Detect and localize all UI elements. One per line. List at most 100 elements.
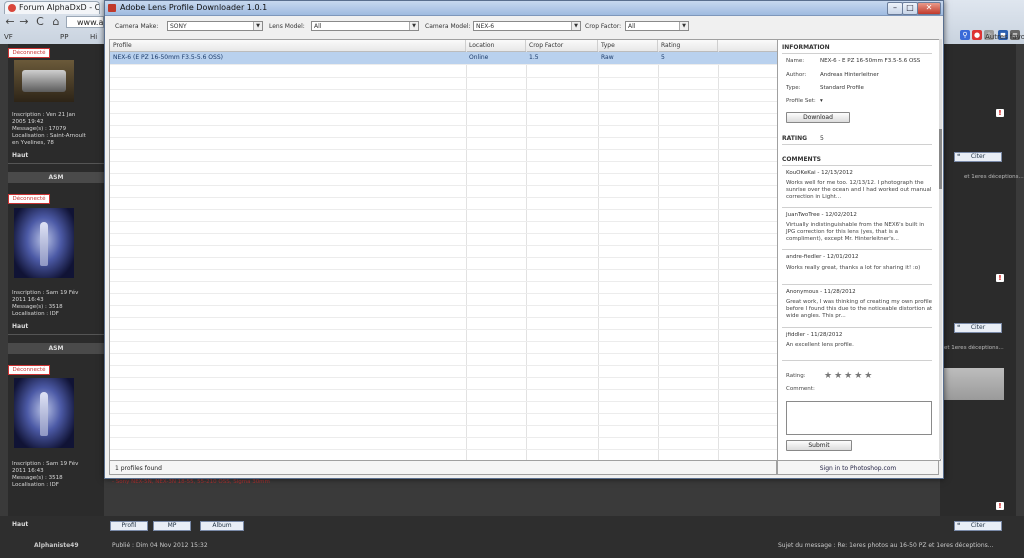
comment-text: Virtually indistinguishable from the NEX…: [786, 222, 925, 242]
post-subject: et 1eres déceptions...: [944, 345, 1004, 351]
haut-link[interactable]: Haut: [12, 323, 28, 330]
profile-button[interactable]: Profil: [110, 521, 148, 531]
dialog-title: Adobe Lens Profile Downloader 1.0.1: [120, 3, 268, 12]
status-badge: Déconnecté: [8, 365, 50, 375]
details-panel: INFORMATION Name: NEX-6 - E PZ 16-50mm F…: [777, 39, 941, 461]
report-icon[interactable]: !: [996, 502, 1004, 510]
haut-link[interactable]: Haut: [12, 152, 28, 159]
camera-make-label: Camera Make:: [115, 23, 159, 30]
rate-label: Rating:: [786, 373, 806, 379]
author-label: Author:: [786, 72, 807, 78]
bookmark-item[interactable]: PP: [60, 31, 68, 44]
divider: [782, 327, 932, 328]
comment-text: Great work, I was thinking of creating m…: [786, 299, 933, 319]
rating-value: 5: [820, 135, 824, 142]
post-header: ASM: [8, 172, 104, 183]
user-info: Inscription : Sam 19 Fév 2011 16:43 Mess…: [12, 290, 79, 317]
crop-factor-value: All: [628, 23, 636, 30]
divider: [8, 334, 104, 335]
lens-model-select[interactable]: All ▼: [311, 21, 419, 31]
type-value: Standard Profile: [820, 85, 864, 91]
report-icon[interactable]: !: [996, 109, 1004, 117]
divider: [782, 53, 932, 54]
favicon-icon: [8, 4, 16, 12]
bookmark-other[interactable]: Autres favori: [985, 31, 1024, 44]
post-subject: Sujet du message : Re: 1eres photos au 1…: [778, 542, 994, 549]
table-header: Profile Location Crop Factor Type Rating: [110, 40, 778, 52]
comment-author: Anonymous - 11/28/2012: [786, 289, 856, 295]
column-header-crop-factor[interactable]: Crop Factor: [526, 40, 598, 51]
album-button[interactable]: Album: [200, 521, 244, 531]
user-info: Inscription : Ven 21 Jan 2005 19:42 Mess…: [12, 112, 86, 146]
comment-author: KouOKeKai - 12/13/2012: [786, 170, 853, 176]
submit-button[interactable]: Submit: [786, 440, 852, 451]
camera-model-select[interactable]: NEX-6 ▼: [473, 21, 581, 31]
browser-tab[interactable]: Forum AlphaDxD - Consu: [4, 1, 100, 14]
name-value: NEX-6 - E PZ 16-50mm F3.5-5.6 OSS: [820, 58, 921, 64]
camera-model-label: Camera Model:: [425, 23, 471, 30]
profile-set-toggle[interactable]: ▾: [820, 98, 823, 104]
column-header-rating[interactable]: Rating: [658, 40, 718, 51]
sign-in-link[interactable]: Sign in to Photoshop.com: [777, 460, 939, 475]
camera-make-select[interactable]: SONY ▼: [167, 21, 263, 31]
divider: [782, 249, 932, 250]
panel-scrollbar[interactable]: [939, 39, 942, 459]
chevron-down-icon: ▼: [253, 22, 262, 30]
column-header-profile[interactable]: Profile: [110, 40, 466, 51]
comment-author: jfiddler - 11/28/2012: [786, 332, 843, 338]
cell-type: Raw: [601, 54, 614, 61]
minimize-button[interactable]: –: [887, 2, 903, 15]
divider: [8, 163, 104, 164]
divider: [782, 144, 932, 145]
divider: [782, 360, 932, 361]
close-button[interactable]: ✕: [917, 2, 941, 15]
comments-title: COMMENTS: [782, 156, 821, 163]
bookmark-item[interactable]: VF: [4, 31, 13, 44]
chevron-down-icon: ▼: [679, 22, 688, 30]
lens-model-value: All: [314, 23, 322, 30]
author-value: Andreas Hinterleitner: [820, 72, 879, 78]
home-icon[interactable]: ⌂: [50, 16, 62, 28]
quote-button[interactable]: Citer: [954, 152, 1002, 162]
cell-location: Online: [469, 54, 489, 61]
dialog-titlebar[interactable]: Adobe Lens Profile Downloader 1.0.1 – □ …: [105, 1, 943, 16]
chevron-down-icon: ▼: [571, 22, 580, 30]
column-header-type[interactable]: Type: [598, 40, 658, 51]
user-info: Inscription : Sam 19 Fév 2011 16:43 Mess…: [12, 461, 79, 488]
avatar: [14, 378, 74, 448]
avatar: [14, 60, 74, 102]
report-icon[interactable]: !: [996, 274, 1004, 282]
divider: [782, 284, 932, 285]
status-badge: Déconnecté: [8, 48, 50, 58]
bookmark-item[interactable]: Hi: [90, 31, 97, 44]
pm-button[interactable]: MP: [153, 521, 191, 531]
table-row[interactable]: NEX-6 (E PZ 16-50mm F3.5-5.6 OSS) Online…: [110, 52, 778, 65]
haut-link[interactable]: Haut: [12, 521, 28, 528]
address-bar[interactable]: www.a: [66, 16, 104, 28]
comment-textarea[interactable]: [786, 401, 932, 435]
type-label: Type:: [786, 85, 801, 91]
post-subject: et 1eres déceptions...: [964, 174, 1024, 180]
quote-button[interactable]: Citer: [954, 323, 1002, 333]
maximize-button[interactable]: □: [902, 2, 918, 15]
post-author[interactable]: Alphaniste49: [34, 542, 79, 549]
forum-right-column: [940, 44, 1016, 558]
camera-make-value: SONY: [170, 23, 187, 30]
chevron-down-icon: ▼: [409, 22, 418, 30]
forward-icon[interactable]: →: [18, 16, 30, 28]
comment-text: Works well for me too. 12/13/12. I photo…: [786, 180, 932, 200]
camera-model-value: NEX-6: [476, 23, 495, 30]
lens-profile-dialog: Adobe Lens Profile Downloader 1.0.1 – □ …: [104, 0, 944, 479]
status-bar: 1 profiles found: [109, 460, 777, 475]
divider: [782, 165, 932, 166]
crop-factor-select[interactable]: All ▼: [625, 21, 689, 31]
download-button[interactable]: Download: [786, 112, 850, 123]
quote-button[interactable]: Citer: [954, 521, 1002, 531]
avatar: [14, 208, 74, 278]
column-header-location[interactable]: Location: [466, 40, 526, 51]
reload-icon[interactable]: C: [34, 16, 46, 28]
back-icon[interactable]: ←: [4, 16, 16, 28]
lens-model-label: Lens Model:: [269, 23, 305, 30]
tab-title: Forum AlphaDxD - Consu: [19, 3, 100, 12]
star-rating-input[interactable]: ★★★★★: [824, 371, 874, 381]
